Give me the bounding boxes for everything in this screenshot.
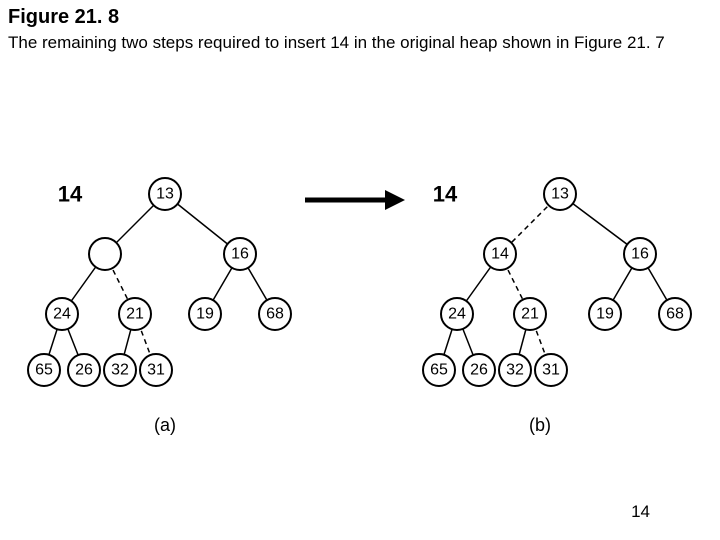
- insert-value-b: 14: [433, 182, 458, 207]
- node-b-32-val: 32: [506, 362, 524, 379]
- node-a-68-val: 68: [266, 306, 284, 323]
- node-a-32-val: 32: [111, 362, 129, 379]
- node-a-21-val: 21: [126, 306, 144, 323]
- figure-title: Figure 21. 8: [8, 6, 119, 29]
- node-a-31-val: 31: [147, 362, 165, 379]
- node-b-68-val: 68: [666, 306, 684, 323]
- node-a-hole: [89, 238, 121, 270]
- node-a-16-val: 16: [231, 246, 249, 263]
- node-a-65-val: 65: [35, 362, 53, 379]
- node-b-31-val: 31: [542, 362, 560, 379]
- tree-b: 14 13 14 16 24 21 19 68 65 26: [423, 178, 691, 435]
- insert-value-a: 14: [58, 182, 83, 207]
- node-b-14-val: 14: [491, 246, 509, 263]
- node-a-19-val: 19: [196, 306, 214, 323]
- tree-a: 14 13 16 24 21 19 68 65 26 3: [28, 178, 291, 435]
- node-b-16-val: 16: [631, 246, 649, 263]
- node-b-21-val: 21: [521, 306, 539, 323]
- node-a-root-val: 13: [156, 186, 174, 203]
- node-b-19-val: 19: [596, 306, 614, 323]
- node-b-65-val: 65: [430, 362, 448, 379]
- node-b-24-val: 24: [448, 306, 466, 323]
- node-a-26-val: 26: [75, 362, 93, 379]
- sub-b: (b): [529, 415, 551, 435]
- sub-a: (a): [154, 415, 176, 435]
- figure-caption: The remaining two steps required to inse…: [8, 32, 700, 53]
- arrow-icon: [305, 190, 405, 210]
- page-number: 14: [631, 502, 650, 522]
- node-a-24-val: 24: [53, 306, 71, 323]
- node-b-26-val: 26: [470, 362, 488, 379]
- heap-figure: 14 13 16 24 21 19 68 65 26 3: [0, 160, 720, 480]
- node-b-root-val: 13: [551, 186, 569, 203]
